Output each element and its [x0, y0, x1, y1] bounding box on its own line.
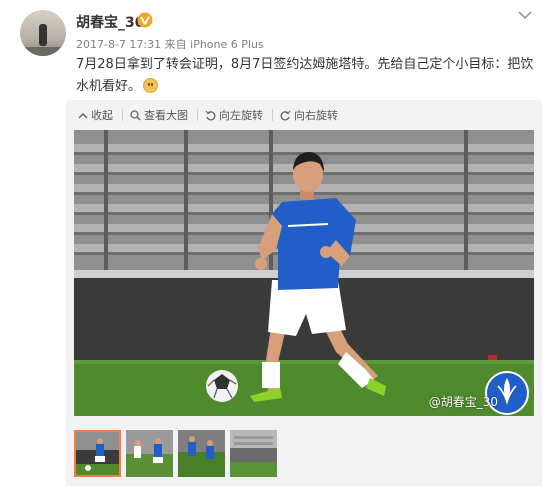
rotate-left-icon	[205, 110, 216, 121]
rotate-left-button[interactable]: 向左旋转	[205, 107, 263, 123]
avatar[interactable]	[20, 10, 66, 56]
thumbnail-3[interactable]	[178, 430, 225, 477]
rotate-right-button[interactable]: 向右旋转	[280, 107, 338, 123]
thumbnail-image	[74, 430, 121, 477]
collapse-button[interactable]: 收起	[78, 107, 113, 123]
magnifier-icon	[130, 110, 141, 121]
post-time[interactable]: 2017-8-7 17:31	[76, 38, 161, 51]
post-text: 7月28日拿到了转会证明，8月7日签约达姆施塔特。先给自己定个小目标：把饮 水机…	[76, 54, 538, 98]
avatar-figure	[39, 24, 47, 46]
post-text-line-1: 7月28日拿到了转会证明，8月7日签约达姆施塔特。先给自己定个小目标：把饮	[76, 57, 534, 72]
username[interactable]: 胡春宝_30	[76, 12, 144, 32]
thumbnail-image	[126, 430, 173, 477]
vip-badge-icon[interactable]	[137, 12, 153, 28]
thumbnail-image	[178, 430, 225, 477]
collapse-icon	[78, 112, 88, 119]
avatar-ground	[20, 47, 66, 56]
thumbnail-2[interactable]	[126, 430, 173, 477]
post-header: 胡春宝_30 2017-8-7 17:31 来自 iPhone 6 Plus 7…	[0, 0, 550, 100]
collapse-label: 收起	[91, 109, 113, 122]
football-player-photo	[74, 130, 534, 416]
toolbar-divider	[122, 109, 123, 121]
view-large-label: 查看大图	[144, 109, 188, 122]
view-large-button[interactable]: 查看大图	[130, 107, 188, 123]
post-source[interactable]: iPhone 6 Plus	[190, 38, 264, 51]
thumbnail-1[interactable]	[74, 430, 121, 477]
rotate-left-label: 向左旋转	[219, 109, 263, 122]
media-toolbar: 收起 查看大图 向左旋转 向右旋转	[66, 100, 542, 130]
thumbnail-image	[230, 430, 277, 477]
main-photo[interactable]: @胡春宝_30	[74, 130, 534, 416]
rotate-right-label: 向右旋转	[294, 109, 338, 122]
post-text-line-2: 水机看好。	[76, 76, 538, 98]
rotate-right-icon	[280, 110, 291, 121]
toolbar-divider	[272, 109, 273, 121]
toolbar-divider	[197, 109, 198, 121]
photo-watermark: @胡春宝_30	[428, 395, 498, 409]
smile-emoji-icon	[143, 78, 159, 93]
post-meta: 2017-8-7 17:31 来自 iPhone 6 Plus	[76, 36, 264, 52]
source-prefix: 来自	[164, 38, 187, 51]
media-panel: 收起 查看大图 向左旋转 向右旋转 @胡春宝_30	[66, 100, 542, 486]
chevron-down-icon[interactable]	[518, 10, 532, 20]
thumbnail-4[interactable]	[230, 430, 277, 477]
post-text-line-2-text: 水机看好。	[76, 79, 142, 94]
